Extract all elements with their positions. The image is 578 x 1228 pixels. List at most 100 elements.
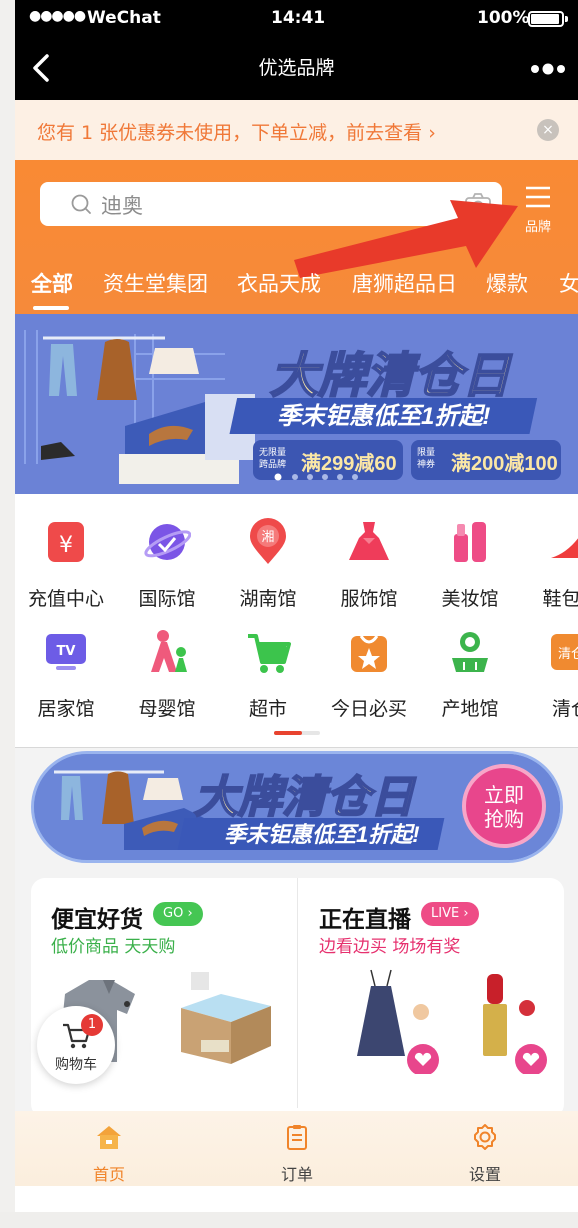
banner-art: 大牌清仓日 季末钜惠低至1折起! 无限量 跨品牌 满299减60 限量 神券 满… bbox=[15, 314, 578, 494]
tab-yipintiancheng[interactable]: 衣品天成 bbox=[237, 268, 321, 298]
category-label: 今日必买 bbox=[330, 698, 407, 720]
tab-orders[interactable]: 订单 bbox=[237, 1123, 357, 1185]
tab-women[interactable]: 女 bbox=[559, 268, 578, 298]
high-heel-icon bbox=[551, 538, 578, 558]
page-title: 优选品牌 bbox=[258, 57, 335, 79]
category-clearance[interactable]: 清仓 清仓 bbox=[521, 628, 578, 721]
tab-home-label: 首页 bbox=[92, 1165, 125, 1184]
card-cheap-title[interactable]: 便宜好货 bbox=[51, 900, 143, 934]
category-label: 服饰馆 bbox=[340, 588, 398, 610]
banner-tag1: 满299减60 bbox=[301, 451, 397, 475]
banner-tag2-small-b: 神券 bbox=[417, 458, 435, 469]
tab-settings-label: 设置 bbox=[468, 1165, 501, 1184]
brand-tabs: 全部 资生堂集团 衣品天成 唐狮超品日 爆款 女 bbox=[15, 260, 578, 310]
category-mother-baby[interactable]: 母婴馆 bbox=[117, 628, 217, 721]
banner-tag2: 满200减100 bbox=[451, 451, 558, 475]
banner-tag1-small-b: 跨品牌 bbox=[259, 458, 286, 469]
category-label: 居家馆 bbox=[37, 698, 95, 720]
tab-all[interactable]: 全部 bbox=[31, 268, 73, 298]
live-badge[interactable]: LIVE › bbox=[421, 902, 479, 926]
floating-cart-button[interactable]: 1 购物车 bbox=[37, 1006, 115, 1084]
clearance-pill-banner[interactable]: 大牌清仓日 季末钜惠低至1折起! 立即 抢购 bbox=[31, 751, 563, 863]
tab-shiseido[interactable]: 资生堂集团 bbox=[103, 268, 208, 298]
carrier-name: WeChat bbox=[87, 8, 161, 28]
shopping-cart-icon bbox=[248, 634, 291, 673]
battery-icon bbox=[528, 11, 564, 27]
category-label: 充值中心 bbox=[27, 588, 104, 610]
pill-banner-subtitle: 季末钜惠低至1折起! bbox=[224, 822, 420, 847]
dress-icon bbox=[349, 522, 389, 560]
tab-tangshi[interactable]: 唐狮超品日 bbox=[352, 268, 457, 298]
category-label: 湖南馆 bbox=[239, 588, 297, 610]
category-home[interactable]: TV 居家馆 bbox=[16, 628, 116, 721]
category-hunan[interactable]: 湘 湖南馆 bbox=[218, 518, 318, 611]
coupon-text[interactable]: 您有 1 张优惠券未使用，下单立减，前去查看 › bbox=[37, 118, 436, 145]
category-shoes-bags[interactable]: 鞋包配 bbox=[521, 518, 578, 611]
banner-tag1-small-a: 无限量 bbox=[259, 447, 286, 457]
category-supermarket[interactable]: 超市 bbox=[218, 628, 318, 721]
banner-subtitle: 季末钜惠低至1折起! bbox=[277, 403, 490, 430]
cart-label: 购物车 bbox=[55, 1057, 97, 1073]
tab-home[interactable]: 首页 bbox=[49, 1123, 169, 1185]
search-icon bbox=[71, 194, 91, 214]
mother-baby-icon bbox=[151, 630, 187, 672]
farmer-icon bbox=[452, 632, 488, 672]
category-grid: ¥ 充值中心 国际馆 湘 湖南馆 服饰馆 美妆馆 鞋包 TV 居家馆 母婴馆 超… bbox=[15, 500, 578, 720]
cosmetics-icon bbox=[454, 522, 486, 562]
feature-cards: 便宜好货 GO › 低价商品 天天购 正在直播 LIVE › 边看边买 场场有奖 bbox=[31, 878, 564, 1118]
category-pager bbox=[274, 731, 320, 735]
svg-text:¥: ¥ bbox=[59, 533, 73, 558]
clearance-glyph: 清仓 bbox=[558, 647, 578, 662]
map-pin-glyph: 湘 bbox=[261, 530, 274, 545]
close-icon[interactable]: × bbox=[537, 119, 559, 141]
more-dots-icon[interactable] bbox=[530, 60, 566, 78]
category-origin[interactable]: 产地馆 bbox=[420, 628, 520, 721]
pill-cta-line2[interactable]: 抢购 bbox=[484, 807, 524, 831]
phone-screen: ●●●●● WeChat 14:41 100% 优选品牌 您有 1 张优惠券未使… bbox=[15, 0, 578, 1212]
card-live-subtitle: 边看边买 场场有奖 bbox=[319, 937, 461, 957]
home-icon bbox=[97, 1126, 121, 1149]
tab-settings[interactable]: 设置 bbox=[425, 1123, 545, 1185]
category-recharge[interactable]: ¥ 充值中心 bbox=[16, 518, 116, 611]
nav-bar: 优选品牌 bbox=[15, 36, 578, 100]
battery-tip bbox=[565, 16, 568, 22]
banner-title: 大牌清仓日 bbox=[270, 350, 513, 403]
tab-hot[interactable]: 爆款 bbox=[486, 268, 528, 298]
tab-orders-label: 订单 bbox=[280, 1165, 313, 1184]
search-text[interactable]: 迪奥 bbox=[101, 190, 143, 220]
clock: 14:41 bbox=[271, 8, 326, 28]
category-label: 美妆馆 bbox=[441, 588, 499, 610]
tv-icon: TV bbox=[46, 634, 86, 670]
menu-lines-icon bbox=[526, 186, 550, 208]
category-clothing[interactable]: 服饰馆 bbox=[319, 518, 419, 611]
banner-tag2-small-a: 限量 bbox=[417, 447, 435, 457]
tv-glyph: TV bbox=[57, 644, 76, 659]
category-label: 超市 bbox=[248, 698, 287, 720]
card-divider bbox=[297, 878, 298, 1108]
card-cheap-subtitle: 低价商品 天天购 bbox=[51, 937, 176, 957]
live-goods-images[interactable] bbox=[327, 964, 557, 1074]
coupon-notice[interactable]: 您有 1 张优惠券未使用，下单立减，前去查看 › × bbox=[15, 100, 578, 160]
category-label: 产地馆 bbox=[441, 698, 499, 720]
category-label: 母婴馆 bbox=[138, 698, 196, 720]
category-label: 国际馆 bbox=[138, 588, 196, 610]
category-beauty[interactable]: 美妆馆 bbox=[420, 518, 520, 611]
signal-indicator: ●●●●● bbox=[29, 8, 86, 24]
category-today-must-buy[interactable]: 今日必买 bbox=[319, 628, 419, 721]
brand-menu-button[interactable]: 品牌 bbox=[516, 182, 560, 236]
map-pin-icon: 湘 bbox=[250, 518, 286, 564]
category-label: 清仓 bbox=[551, 698, 578, 720]
search-header: 迪奥 品牌 全部 资生堂集团 衣品天成 唐狮超品日 爆款 女 bbox=[15, 160, 578, 314]
pill-cta-line1[interactable]: 立即 bbox=[484, 783, 524, 807]
category-international[interactable]: 国际馆 bbox=[117, 518, 217, 611]
pill-banner-art: 大牌清仓日 季末钜惠低至1折起! 立即 抢购 bbox=[34, 754, 560, 860]
brand-menu-label: 品牌 bbox=[524, 220, 551, 235]
card-live-title[interactable]: 正在直播 bbox=[319, 900, 411, 934]
tab-indicator bbox=[33, 306, 69, 310]
promo-banner[interactable]: 大牌清仓日 季末钜惠低至1折起! 无限量 跨品牌 满299减60 限量 神券 满… bbox=[15, 314, 578, 494]
clearance-icon: 清仓 bbox=[551, 634, 578, 670]
gear-icon bbox=[474, 1124, 496, 1150]
battery-percent: 100% bbox=[477, 8, 530, 28]
go-badge[interactable]: GO › bbox=[153, 902, 203, 926]
category-label: 鞋包配 bbox=[542, 588, 578, 610]
